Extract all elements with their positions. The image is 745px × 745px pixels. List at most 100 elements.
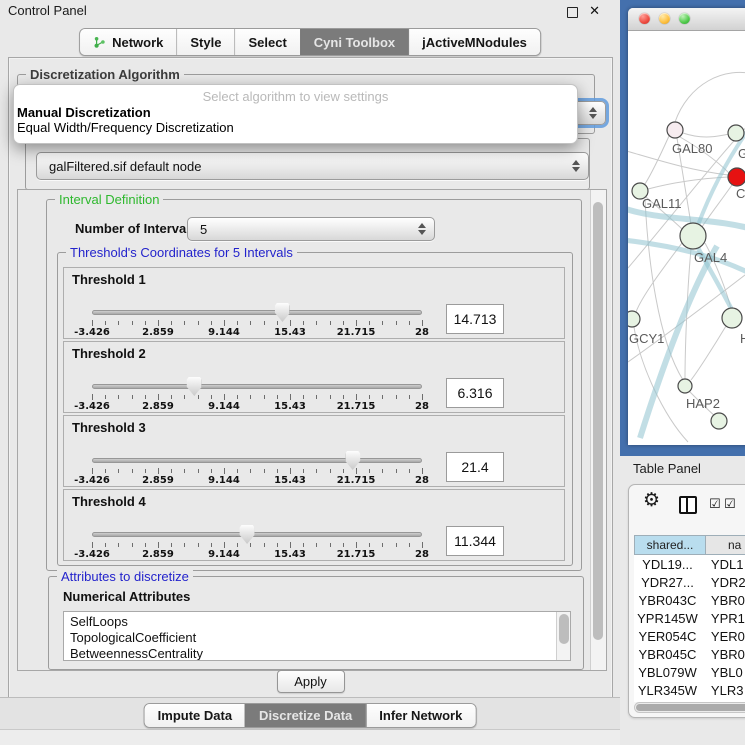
threshold-slider[interactable]: -3.4262.8599.14415.4321.71528 — [92, 490, 422, 562]
tick-label: 2.859 — [142, 327, 174, 338]
tick-mark — [277, 321, 278, 325]
slider-track[interactable] — [92, 458, 422, 463]
tick-label: 2.859 — [142, 475, 174, 486]
table-data-combobox-value: galFiltered.sif default node — [49, 159, 201, 174]
cell-name: YER0 — [701, 629, 745, 644]
tab-label: Select — [248, 35, 286, 50]
network-window-frame: GAL80GACGAL11GAL4GCY1HHAP2 — [620, 0, 745, 456]
attributes-group-title: Attributes to discretize — [57, 569, 193, 584]
table-hscrollbar[interactable] — [634, 702, 745, 713]
tick-mark — [224, 320, 225, 326]
slider-track[interactable] — [92, 384, 422, 389]
tick-mark — [396, 321, 397, 325]
network-node[interactable] — [728, 125, 744, 141]
slider-track[interactable] — [92, 310, 422, 315]
tick-mark — [277, 469, 278, 473]
table-row[interactable]: YBL079WYBL0 — [634, 663, 745, 681]
cell-name: YBR0 — [701, 593, 745, 608]
tick-mark — [343, 395, 344, 399]
column-header-name[interactable]: na — [706, 535, 745, 555]
network-edge — [691, 326, 726, 380]
tick-mark — [224, 542, 225, 548]
threshold-value-field[interactable]: 11.344 — [446, 526, 504, 556]
table-row[interactable]: YBR045CYBR0 — [634, 645, 745, 663]
tick-mark — [316, 321, 317, 325]
apply-button[interactable]: Apply — [277, 670, 345, 693]
threshold-groupbox: Threshold's Coordinates for 5 Intervals … — [57, 252, 573, 566]
tick-mark — [356, 542, 357, 548]
table-header: shared... na — [634, 535, 745, 555]
table-row[interactable]: YER054CYER0 — [634, 627, 745, 645]
tick-label: 28 — [415, 549, 429, 560]
cell-name: YLR3 — [701, 683, 745, 698]
table-data-combobox[interactable]: galFiltered.sif default node — [36, 152, 589, 180]
slider-track[interactable] — [92, 532, 422, 537]
attributes-scrollbar[interactable] — [556, 612, 570, 660]
column-header-shared[interactable]: shared... — [634, 535, 706, 555]
tick-label: -3.426 — [74, 401, 110, 412]
zoom-traffic-light-icon[interactable] — [679, 13, 690, 24]
attribute-item-selfloops[interactable]: SelfLoops — [64, 614, 570, 630]
settings-scrollbar[interactable] — [590, 190, 606, 670]
tab-select[interactable]: Select — [234, 29, 299, 55]
table-row[interactable]: YBR043CYBR0 — [634, 591, 745, 609]
close-icon[interactable]: ✕ — [589, 3, 600, 19]
tick-mark — [382, 395, 383, 399]
algorithm-placeholder-option: Select algorithm to view settings — [14, 88, 577, 105]
checkbox-checked-icon[interactable]: ☑ — [709, 496, 722, 512]
table-row[interactable]: YDL19...YDL1 — [634, 555, 745, 573]
minimize-traffic-light-icon[interactable] — [659, 13, 670, 24]
tab-infer-network[interactable]: Infer Network — [365, 704, 475, 727]
algorithm-option-equal-width-frequency-discretization[interactable]: Equal Width/Frequency Discretization — [14, 120, 577, 135]
network-node[interactable] — [628, 311, 640, 327]
network-node[interactable] — [722, 308, 742, 328]
threshold-value-field[interactable]: 14.713 — [446, 304, 504, 334]
algorithm-option-manual-discretization[interactable]: Manual Discretization — [14, 105, 577, 120]
network-node[interactable] — [667, 122, 683, 138]
network-canvas[interactable]: GAL80GACGAL11GAL4GCY1HHAP2 — [628, 30, 745, 445]
tab-discretize-data[interactable]: Discretize Data — [245, 704, 365, 727]
settings-scrollbar-thumb[interactable] — [593, 202, 603, 640]
cell-shared-name: YER054C — [634, 629, 701, 644]
number-of-intervals-combobox[interactable]: 5 — [187, 217, 435, 241]
table-row[interactable]: YPR145WYPR1 — [634, 609, 745, 627]
numerical-attributes-list[interactable]: SelfLoopsTopologicalCoefficientBetweenne… — [63, 611, 571, 661]
attribute-item-betweennesscentrality[interactable]: BetweennessCentrality — [64, 646, 570, 661]
threshold-value-field[interactable]: 21.4 — [446, 452, 504, 482]
tab-style[interactable]: Style — [176, 29, 234, 55]
tick-mark — [198, 543, 199, 547]
tab-cyni-toolbox[interactable]: Cyni Toolbox — [300, 29, 408, 55]
threshold-value-field[interactable]: 6.316 — [446, 378, 504, 408]
close-traffic-light-icon[interactable] — [639, 13, 650, 24]
tab-network[interactable]: Network — [80, 29, 176, 55]
tick-mark — [211, 321, 212, 325]
tab-jactivemnodules[interactable]: jActiveMNodules — [408, 29, 540, 55]
network-node[interactable] — [680, 223, 706, 249]
table-body: YDL19...YDL1YDR27...YDR2YBR043CYBR0YPR14… — [634, 555, 745, 702]
network-node[interactable] — [678, 379, 692, 393]
tick-mark — [303, 469, 304, 473]
checkbox-checked-icon[interactable]: ☑ — [724, 496, 737, 512]
tick-mark — [290, 542, 291, 548]
columns-icon[interactable] — [679, 496, 697, 514]
tick-label: 15.43 — [274, 475, 306, 486]
threshold-slider[interactable]: -3.4262.8599.14415.4321.71528 — [92, 416, 422, 488]
slider-tick-labels: -3.4262.8599.14415.4321.71528 — [92, 327, 422, 339]
tab-label: Impute Data — [158, 708, 232, 723]
network-node[interactable] — [711, 413, 727, 429]
slider-ticks — [92, 320, 422, 327]
float-icon[interactable] — [567, 7, 578, 18]
network-node[interactable] — [728, 168, 745, 186]
tab-impute-data[interactable]: Impute Data — [145, 704, 245, 727]
attributes-scrollbar-thumb[interactable] — [559, 614, 569, 644]
table-row[interactable]: YDR27...YDR2 — [634, 573, 745, 591]
slider-ticks — [92, 542, 422, 549]
threshold-slider[interactable]: -3.4262.8599.14415.4321.71528 — [92, 342, 422, 414]
cell-name: YDR2 — [701, 575, 745, 590]
node-label-gal80: GAL80 — [672, 141, 712, 156]
gear-icon[interactable]: ⚙ — [643, 491, 660, 510]
attribute-item-topologicalcoefficient[interactable]: TopologicalCoefficient — [64, 630, 570, 646]
threshold-slider[interactable]: -3.4262.8599.14415.4321.71528 — [92, 268, 422, 340]
table-row[interactable]: YLR345WYLR3 — [634, 681, 745, 699]
table-hscrollbar-thumb[interactable] — [636, 704, 745, 711]
